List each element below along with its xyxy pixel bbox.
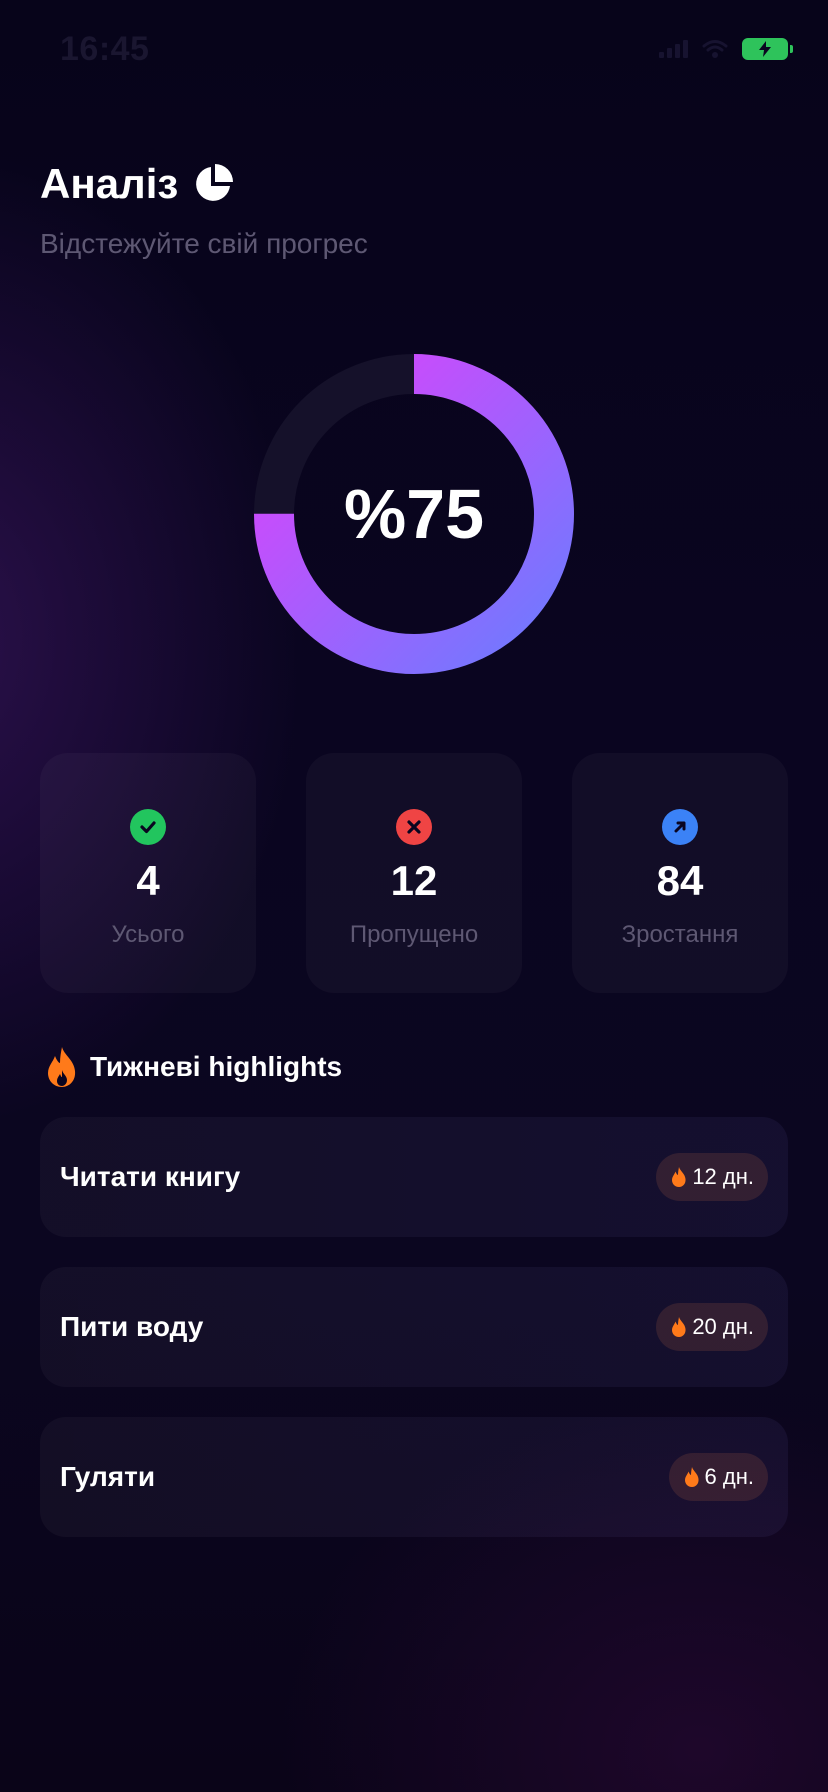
fire-icon xyxy=(48,1047,76,1087)
wifi-icon xyxy=(702,40,728,58)
progress-ring: %75 xyxy=(253,353,575,675)
stat-label: Зростання xyxy=(621,921,739,948)
habit-name: Пити воду xyxy=(60,1311,204,1342)
arrow-up-right-icon xyxy=(662,809,698,845)
status-icons xyxy=(659,38,793,60)
stat-value: 84 xyxy=(656,857,704,904)
streak-text: 20 дн. xyxy=(692,1314,754,1339)
status-time: 16:45 xyxy=(60,30,150,68)
page-subtitle: Відстежуйте свій прогрес xyxy=(40,228,368,259)
pie-chart-icon xyxy=(196,164,234,201)
fire-icon xyxy=(672,1167,686,1187)
streak-text: 12 дн. xyxy=(692,1164,754,1189)
title-row: Аналіз xyxy=(40,160,368,208)
stat-card-missed: 12 Пропущено xyxy=(306,753,522,993)
streak-badge: 20 дн. xyxy=(656,1303,768,1351)
highlights-header: Тижневі highlights xyxy=(44,1046,342,1088)
stat-card-growth: 84 Зростання xyxy=(572,753,788,993)
streak-badge: 12 дн. xyxy=(656,1153,768,1201)
streak-text: 6 дн. xyxy=(704,1464,754,1489)
x-icon xyxy=(396,809,432,845)
stat-value: 12 xyxy=(390,857,438,904)
fire-icon xyxy=(672,1317,686,1337)
habit-card[interactable]: Пити воду 20 дн. xyxy=(40,1267,788,1387)
header: Аналіз Відстежуйте свій прогрес xyxy=(40,160,368,260)
battery-icon xyxy=(742,38,793,60)
cellular-signal-icon xyxy=(659,40,688,58)
check-icon xyxy=(130,809,166,845)
stat-value: 4 xyxy=(136,857,160,904)
highlights-list: Читати книгу 12 дн. Пити воду 20 дн. Гул… xyxy=(40,1117,788,1567)
status-bar: 16:45 xyxy=(0,0,828,100)
habit-name: Гуляти xyxy=(60,1461,156,1492)
habit-name: Читати книгу xyxy=(60,1161,241,1192)
stat-label: Пропущено xyxy=(349,921,479,948)
page-title: Аналіз xyxy=(40,160,179,207)
charging-bolt-icon xyxy=(759,41,771,57)
habit-card[interactable]: Читати книгу 12 дн. xyxy=(40,1117,788,1237)
section-title: Тижневі highlights xyxy=(90,1051,343,1082)
streak-badge: 6 дн. xyxy=(668,1453,768,1501)
fire-icon xyxy=(684,1467,699,1487)
stat-card-total: 4 Усього xyxy=(40,753,256,993)
stats-row: 4 Усього 12 Пропущено 84 Зростання xyxy=(40,753,788,993)
habit-card[interactable]: Гуляти 6 дн. xyxy=(40,1417,788,1537)
stat-label: Усього xyxy=(111,921,185,948)
progress-value: %75 xyxy=(343,475,485,553)
